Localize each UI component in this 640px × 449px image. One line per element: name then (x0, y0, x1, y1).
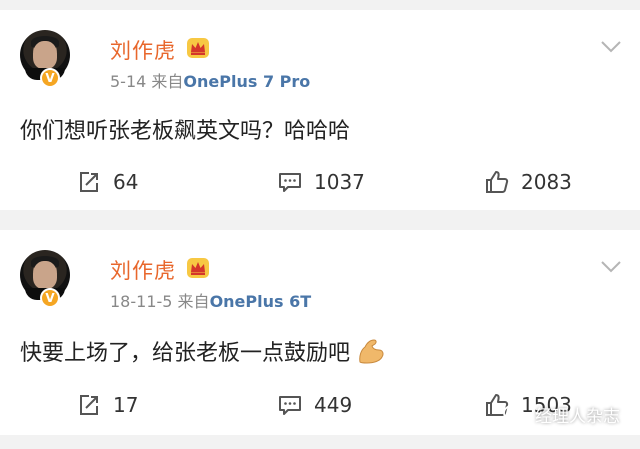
watermark: 经理人杂志 (503, 402, 620, 427)
repost-icon (80, 395, 98, 415)
wechat-icon (503, 404, 529, 425)
author-name[interactable]: 刘作虎 (110, 35, 176, 65)
comment-button[interactable]: 449 (278, 393, 352, 417)
crown-icon (187, 38, 209, 58)
comment-count: 449 (314, 393, 353, 417)
source-device[interactable]: OnePlus 7 Pro (183, 72, 310, 91)
repost-button[interactable]: 64 (77, 170, 138, 194)
post-meta: 5-14 来自OnePlus 7 Pro (110, 68, 310, 92)
avatar-face (33, 261, 57, 289)
source-device[interactable]: OnePlus 6T (210, 292, 312, 311)
comment-icon (279, 173, 301, 192)
comment-count: 1037 (314, 170, 365, 194)
post-meta: 18-11-5 来自OnePlus 6T (110, 288, 311, 312)
source-prefix: 来自 (151, 72, 184, 91)
comment-button[interactable]: 1037 (278, 170, 365, 194)
repost-count: 64 (113, 170, 139, 194)
post-text-content: 快要上场了，给张老板一点鼓励吧 (20, 341, 351, 366)
weibo-post: V 刘作虎 5-14 来自OnePlus 7 Pro 你们想听张老板飙英文吗？哈… (0, 10, 640, 210)
author-name[interactable]: 刘作虎 (110, 255, 176, 285)
verified-badge: V (40, 288, 60, 308)
repost-button[interactable]: 17 (77, 393, 138, 417)
watermark-text: 经理人杂志 (535, 407, 620, 427)
post-date: 18-11-5 (110, 292, 173, 311)
verified-badge: V (40, 68, 60, 88)
chevron-down-icon[interactable] (600, 260, 622, 274)
flexed-biceps-icon (359, 339, 384, 364)
avatar-face (33, 41, 57, 69)
like-button[interactable]: 2083 (485, 170, 572, 194)
comment-icon (279, 396, 301, 415)
crown-icon (187, 258, 209, 278)
post-text: 快要上场了，给张老板一点鼓励吧 (20, 335, 385, 367)
repost-icon (80, 172, 98, 192)
chevron-down-icon[interactable] (600, 40, 622, 54)
like-count: 2083 (521, 170, 572, 194)
thumbs-up-icon (486, 171, 509, 193)
post-date: 5-14 (110, 72, 147, 91)
post-text: 你们想听张老板飙英文吗？哈哈哈 (20, 119, 351, 144)
source-prefix: 来自 (177, 292, 210, 311)
repost-count: 17 (113, 393, 139, 417)
